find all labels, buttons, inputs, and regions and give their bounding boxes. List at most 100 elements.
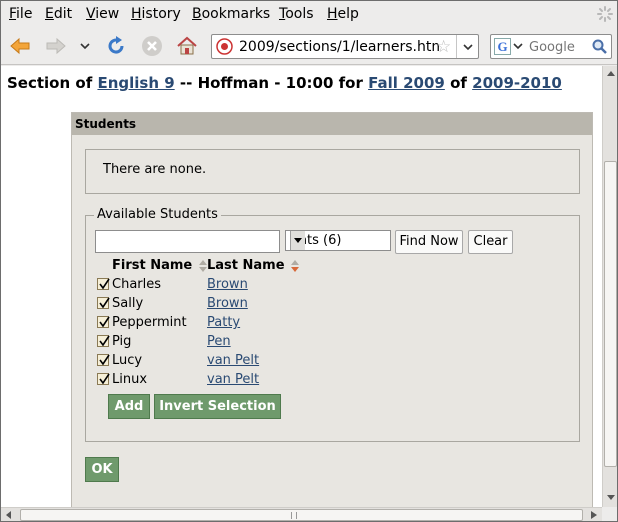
horizontal-scrollbar[interactable] <box>1 507 602 521</box>
column-header-first-name[interactable]: First Name <box>112 258 207 273</box>
student-checkbox[interactable] <box>97 297 110 309</box>
search-input[interactable] <box>529 38 591 56</box>
forward-arrow-icon <box>46 37 66 55</box>
fieldset-legend: Available Students <box>94 207 221 222</box>
term-link[interactable]: Fall 2009 <box>368 74 445 92</box>
student-first-name: Sally <box>112 296 144 311</box>
google-engine-icon[interactable]: G <box>494 38 511 55</box>
history-dropdown-button[interactable] <box>75 34 95 58</box>
checkmark-icon <box>99 278 110 290</box>
column-header-label: First Name <box>112 258 193 273</box>
forward-button[interactable] <box>43 34 69 58</box>
student-row: Charles Brown <box>97 277 497 296</box>
scroll-grip-icon <box>291 512 297 519</box>
checkmark-icon <box>99 297 110 309</box>
student-last-name-link[interactable]: Patty <box>207 315 240 330</box>
student-last-name-link[interactable]: Pen <box>207 334 231 349</box>
ok-button[interactable]: OK <box>85 457 119 482</box>
checkmark-icon <box>99 316 110 328</box>
course-link[interactable]: English 9 <box>97 74 174 92</box>
year-link[interactable]: 2009-2010 <box>472 74 562 92</box>
empty-message: There are none. <box>103 162 207 177</box>
student-first-name: Linux <box>112 372 148 387</box>
stop-icon <box>142 36 162 56</box>
search-engine-dropdown[interactable] <box>513 39 525 53</box>
vertical-scroll-thumb[interactable] <box>604 161 617 467</box>
home-icon <box>177 36 197 55</box>
add-button[interactable]: Add <box>108 394 150 419</box>
back-button[interactable] <box>7 34 33 58</box>
url-bar[interactable]: 2009/sections/1/learners.html ☆ <box>211 34 479 59</box>
sort-ascending-icon <box>291 259 300 272</box>
student-last-name-link[interactable]: van Pelt <box>207 353 259 368</box>
search-magnifier-icon[interactable] <box>591 38 608 55</box>
menu-history[interactable]: History <box>131 6 181 22</box>
student-row: Peppermint Patty <box>97 315 497 334</box>
navigation-toolbar: 2009/sections/1/learners.html ☆ G <box>1 27 617 65</box>
student-checkbox[interactable] <box>97 278 110 290</box>
page-content: Section of English 9 -- Hoffman - 10:00 … <box>1 66 602 507</box>
page-title: Section of English 9 -- Hoffman - 10:00 … <box>7 74 562 92</box>
student-last-name-link[interactable]: van Pelt <box>207 372 259 387</box>
menu-bookmarks[interactable]: Bookmarks <box>192 6 270 22</box>
checkmark-icon <box>99 335 110 347</box>
student-first-name: Pig <box>112 334 132 349</box>
heading-text: Section of <box>7 74 98 92</box>
menu-edit[interactable]: Edit <box>45 6 72 22</box>
menu-bar: File Edit View History Bookmarks Tools H… <box>1 1 617 27</box>
home-button[interactable] <box>174 34 200 58</box>
sort-arrows-icon <box>198 259 207 272</box>
search-bar[interactable]: G <box>490 34 612 59</box>
browser-window: File Edit View History Bookmarks Tools H… <box>0 0 618 522</box>
enrolled-students-box: There are none. <box>85 149 580 194</box>
menu-view[interactable]: View <box>86 6 119 22</box>
site-favicon-icon <box>216 38 233 55</box>
checkmark-icon <box>99 354 110 366</box>
student-search-input[interactable] <box>95 230 280 253</box>
throbber-icon <box>597 6 613 22</box>
invert-selection-button[interactable]: Invert Selection <box>154 394 281 419</box>
scroll-right-icon[interactable] <box>586 508 602 521</box>
menu-file[interactable]: File <box>9 6 32 22</box>
scroll-down-icon[interactable] <box>603 490 617 506</box>
reload-icon <box>108 36 124 54</box>
group-select[interactable]: Cats (6) <box>285 230 391 251</box>
student-first-name: Charles <box>112 277 162 292</box>
checkmark-icon <box>99 373 110 385</box>
chevron-down-icon <box>513 43 523 50</box>
horizontal-scroll-thumb[interactable] <box>20 509 583 521</box>
student-last-name-link[interactable]: Brown <box>207 296 248 311</box>
column-header-label: Last Name <box>207 258 285 273</box>
menu-tools[interactable]: Tools <box>279 6 314 22</box>
clear-button[interactable]: Clear <box>468 230 513 254</box>
chevron-down-icon <box>80 43 90 50</box>
bookmark-star-icon[interactable]: ☆ <box>436 37 451 57</box>
url-text[interactable]: 2009/sections/1/learners.html <box>239 39 439 55</box>
student-row: Linux van Pelt <box>97 372 497 391</box>
scroll-left-icon[interactable] <box>1 508 17 521</box>
menu-help[interactable]: Help <box>327 6 359 22</box>
heading-text: of <box>444 74 473 92</box>
reload-button[interactable] <box>103 34 129 58</box>
student-first-name: Lucy <box>112 353 143 368</box>
available-students-fieldset: Available Students Cats (6) Find Now Cle… <box>85 207 580 442</box>
student-checkbox[interactable] <box>97 373 110 385</box>
find-now-button[interactable]: Find Now <box>395 230 463 254</box>
student-checkbox[interactable] <box>97 335 110 347</box>
student-row: Sally Brown <box>97 296 497 315</box>
stop-button[interactable] <box>139 34 165 58</box>
select-arrow-icon[interactable] <box>290 231 305 250</box>
scrollbar-corner <box>602 507 617 521</box>
student-row: Pig Pen <box>97 334 497 353</box>
student-checkbox[interactable] <box>97 316 110 328</box>
back-arrow-icon <box>10 37 30 55</box>
student-checkbox[interactable] <box>97 354 110 366</box>
column-header-last-name[interactable]: Last Name <box>207 258 300 273</box>
scroll-up-icon[interactable] <box>603 66 617 82</box>
student-row: Lucy van Pelt <box>97 353 497 372</box>
student-last-name-link[interactable]: Brown <box>207 277 248 292</box>
heading-text: -- Hoffman - 10:00 for <box>174 74 369 92</box>
url-dropdown-button[interactable] <box>456 35 478 58</box>
vertical-scrollbar[interactable] <box>602 66 617 507</box>
panel-title: Students <box>72 113 592 135</box>
